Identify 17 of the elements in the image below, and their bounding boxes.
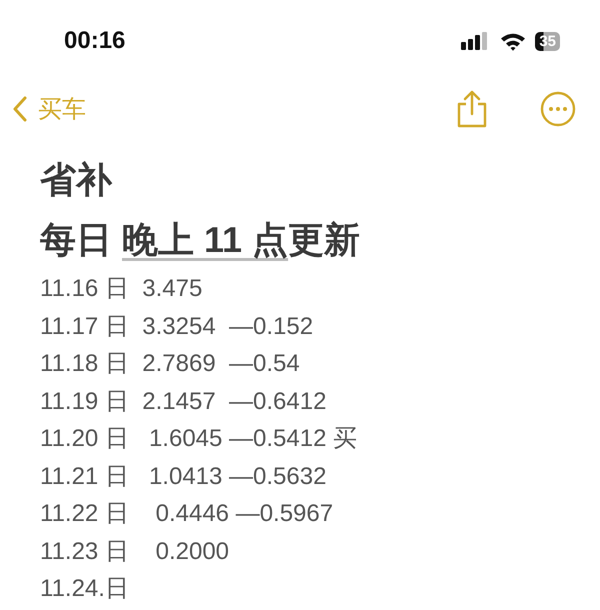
wifi-icon — [500, 32, 526, 50]
note-title: 省补 — [40, 158, 114, 202]
note-line: 11.21 日 1.0413 —0.5632 — [40, 462, 328, 492]
note-line: 11.16 日 3.475 — [40, 274, 204, 304]
date-link[interactable]: 晚上 11 点 — [122, 219, 288, 260]
note-line: 11.18 日 2.7869 —0.54 — [40, 349, 301, 379]
note-line: 11.22 日 0.4446 —0.5967 — [40, 499, 334, 529]
note-line: 11.17 日 3.3254 —0.152 — [40, 312, 314, 342]
share-icon[interactable] — [456, 90, 488, 128]
note-line: 11.24.日 — [40, 574, 130, 604]
more-icon[interactable] — [540, 91, 576, 127]
note-line: 11.19 日 2.1457 —0.6412 — [40, 386, 328, 416]
note-heading: 每日 晚上 11 点更新 — [40, 218, 362, 262]
note-line: 11.20 日 1.6045 —0.5412 买 — [40, 424, 358, 454]
status-time: 00:16 — [64, 27, 126, 55]
note-line: 11.23 日 0.2000 — [40, 536, 230, 566]
chevron-left-icon[interactable] — [12, 96, 28, 122]
